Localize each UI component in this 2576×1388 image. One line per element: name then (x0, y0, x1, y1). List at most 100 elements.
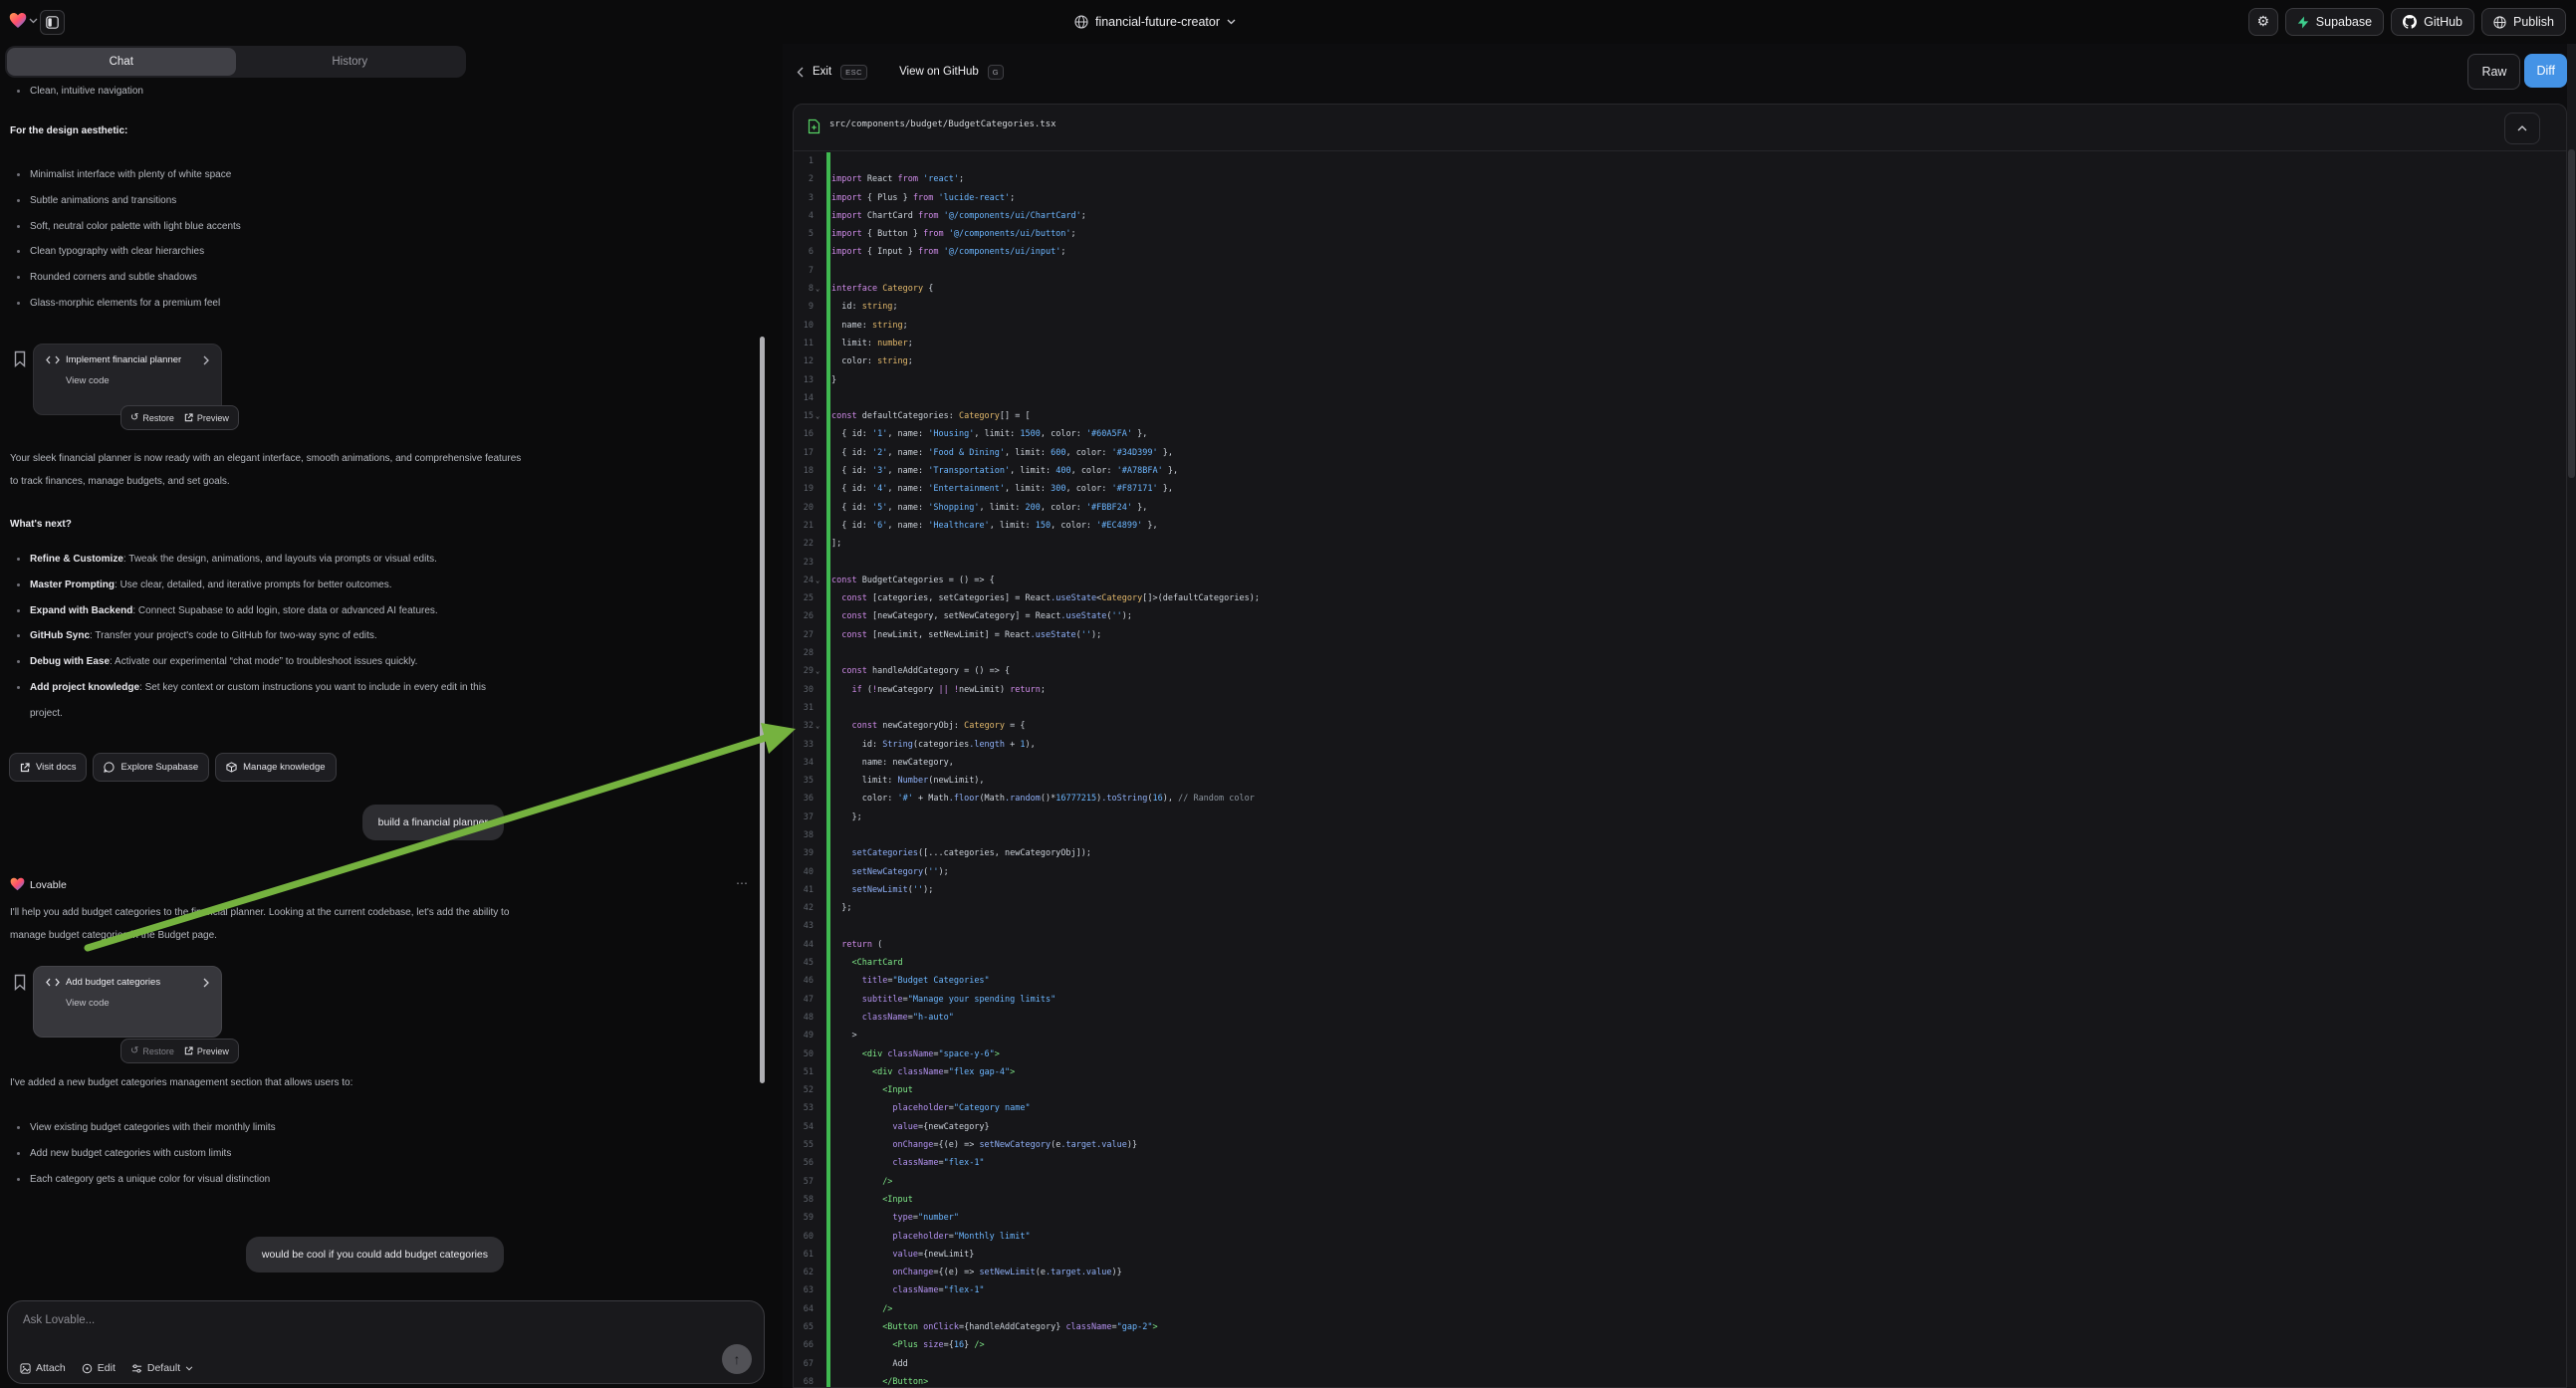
mode-selector[interactable]: Default (131, 1362, 193, 1374)
fold-chevron-icon[interactable]: ⌄ (816, 407, 820, 425)
supabase-button[interactable]: Supabase (2285, 8, 2384, 36)
line-number: 30 (794, 681, 814, 699)
raw-toggle-button[interactable]: Raw (2467, 54, 2520, 90)
code-line: 18 { id: '3', name: 'Transportation', li… (794, 462, 2565, 480)
line-number: 61 (794, 1246, 814, 1264)
supabase-label: Supabase (2316, 15, 2372, 29)
code-line: 1 (794, 152, 2565, 170)
list-item: Rounded corners and subtle shadows (17, 265, 520, 291)
line-number: 66 (794, 1336, 814, 1354)
version-card-add-budget-categories[interactable]: Add budget categories View code (33, 966, 222, 1038)
bookmark-icon[interactable] (14, 974, 26, 991)
edit-mode-button[interactable]: Edit (82, 1362, 116, 1374)
user-message-chip: build a financial planner (362, 805, 504, 840)
bullet-dot (17, 583, 20, 586)
line-number: 17 (794, 444, 814, 462)
line-number: 67 (794, 1355, 814, 1373)
lovable-heart-icon (10, 877, 25, 891)
line-number: 55 (794, 1136, 814, 1154)
line-number: 25 (794, 589, 814, 607)
line-number: 4 (794, 207, 814, 225)
code-line: 4import ChartCard from '@/components/ui/… (794, 207, 2565, 225)
restore-button[interactable]: ↺ Restore (130, 412, 174, 423)
line-number: 27 (794, 626, 814, 644)
code-line: 27 const [newLimit, setNewLimit] = React… (794, 626, 2565, 644)
tab-history[interactable]: History (236, 48, 465, 76)
code-line: 59 type="number" (794, 1209, 2565, 1227)
design-bullet-list: Minimalist interface with plenty of whit… (17, 162, 520, 317)
settings-button[interactable]: ⚙ (2248, 8, 2278, 36)
list-item: Expand with Backend: Connect Supabase to… (17, 598, 520, 624)
code-line: 46 title="Budget Categories" (794, 972, 2565, 990)
preview-button[interactable]: Preview (184, 413, 229, 423)
code-line: 67 Add (794, 1355, 2565, 1373)
fold-chevron-icon[interactable]: ⌄ (816, 572, 820, 589)
view-code-link[interactable]: View code (66, 375, 209, 386)
button-label: Explore Supabase (120, 762, 198, 773)
code-line: 5import { Button } from '@/components/ui… (794, 225, 2565, 243)
message-menu-button[interactable]: ⋯ (736, 876, 749, 890)
line-number: 11 (794, 335, 814, 352)
code-line: 42 }; (794, 899, 2565, 917)
chat-history-tabs: Chat History (5, 46, 466, 78)
list-item: Clean typography with clear hierarchies (17, 239, 520, 265)
line-number: 36 (794, 790, 814, 808)
esc-kbd-badge: ESC (840, 65, 867, 80)
fold-chevron-icon[interactable]: ⌄ (816, 717, 820, 735)
logo-chevron-down-icon[interactable] (29, 18, 38, 24)
attach-button[interactable]: Attach (20, 1362, 66, 1374)
project-title-menu[interactable]: financial-future-creator (1036, 0, 1275, 44)
view-code-link[interactable]: View code (66, 998, 209, 1009)
toggle-sidebar-button[interactable] (40, 10, 65, 35)
bullet-dot (17, 225, 20, 228)
code-content[interactable]: 12import React from 'react';3import { Pl… (794, 152, 2565, 1387)
file-diff-card: src/components/budget/BudgetCategories.t… (793, 104, 2567, 1388)
fold-chevron-icon[interactable]: ⌄ (816, 662, 820, 680)
line-number: 3 (794, 189, 814, 207)
visit-docs-button[interactable]: Visit docs (9, 753, 87, 782)
code-line: 37 }; (794, 809, 2565, 826)
quick-actions-row: Visit docs Explore Supabase Manage knowled… (9, 753, 337, 782)
code-scrollbar-thumb[interactable] (2568, 149, 2575, 478)
line-number: 29 (794, 662, 814, 680)
bullet-dot (17, 1126, 20, 1129)
publish-button[interactable]: Publish (2481, 8, 2566, 36)
line-number: 5 (794, 225, 814, 243)
send-button[interactable]: ↑ (722, 1344, 752, 1374)
fold-chevron-icon[interactable]: ⌄ (816, 280, 820, 298)
preview-button[interactable]: Preview (184, 1046, 229, 1056)
supabase-bolt-icon (2297, 16, 2309, 29)
sliders-icon (131, 1363, 142, 1374)
file-header[interactable]: src/components/budget/BudgetCategories.t… (794, 105, 2566, 151)
manage-knowledge-button[interactable]: Manage knowledge (215, 753, 336, 782)
lovable-logo-icon[interactable] (9, 12, 27, 29)
code-line: 45 <ChartCard (794, 954, 2565, 972)
code-line: 43 (794, 917, 2565, 935)
line-number: 6 (794, 243, 814, 261)
assistant-message: I've added a new budget categories manag… (10, 1071, 528, 1094)
restore-icon: ↺ (130, 412, 138, 423)
exit-button[interactable]: Exit (813, 66, 831, 78)
bullet-dot (17, 173, 20, 176)
chat-input-placeholder[interactable]: Ask Lovable... (23, 1314, 95, 1326)
code-line: 66 <Plus size={16} /> (794, 1336, 2565, 1354)
view-on-github-button[interactable]: View on GitHub (899, 66, 979, 78)
whats-next-heading: What's next? (10, 519, 72, 530)
github-button[interactable]: GitHub (2391, 8, 2474, 36)
explore-supabase-button[interactable]: Explore Supabase (93, 753, 209, 782)
scrolled-bullet-list: Clean, intuitive navigation (17, 79, 520, 105)
tab-chat[interactable]: Chat (7, 48, 236, 76)
collapse-file-button[interactable] (2504, 113, 2540, 144)
code-line: 36 color: '#' + Math.floor(Math.random()… (794, 790, 2565, 808)
code-line: 16 { id: '1', name: 'Housing', limit: 15… (794, 425, 2565, 443)
chat-input-box[interactable]: Ask Lovable... Attach Edit (7, 1300, 765, 1384)
code-line: 14 (794, 389, 2565, 407)
restore-button-disabled[interactable]: ↺ Restore (130, 1045, 174, 1056)
line-number: 7 (794, 262, 814, 280)
code-line: 39 setCategories([...categories, newCate… (794, 844, 2565, 862)
line-number: 28 (794, 644, 814, 662)
diff-toggle-button[interactable]: Diff (2524, 54, 2567, 88)
bookmark-icon[interactable] (14, 350, 26, 367)
line-number: 60 (794, 1228, 814, 1246)
chat-scrollbar[interactable] (760, 337, 765, 1083)
